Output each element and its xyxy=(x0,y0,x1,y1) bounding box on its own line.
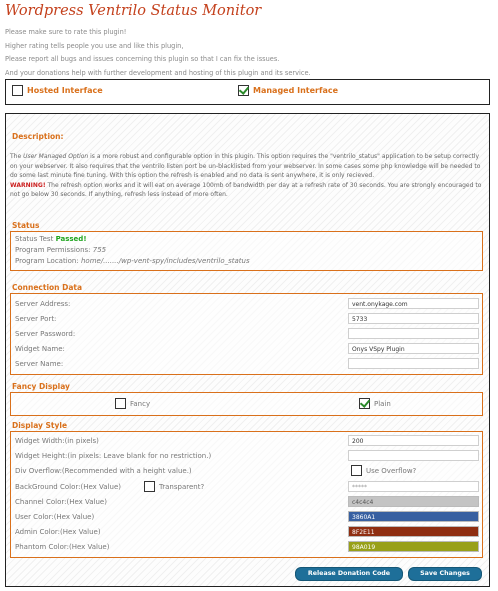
settings-panel: Description: The User Managed Option is … xyxy=(5,113,490,587)
warning-text: The refresh option works and it will eat… xyxy=(10,181,482,199)
warning-label: WARNING! xyxy=(10,181,46,189)
status-panel: Status Test Passed! Program Permissions:… xyxy=(10,231,483,271)
server-port-label: Server Port: xyxy=(15,315,57,323)
user-color-label: User Color:(Hex Value) xyxy=(15,513,95,521)
description-heading: Description: xyxy=(12,132,64,141)
transparent-option[interactable]: Transparent? xyxy=(144,481,204,492)
release-donation-code-button[interactable]: Release Donation Code xyxy=(295,567,403,581)
connection-panel: Server Address: vent.onykage.com Server … xyxy=(10,293,483,375)
fancy-label: Fancy xyxy=(130,399,151,408)
widget-height-label: Widget Height:(in pixels: Leave blank fo… xyxy=(15,452,212,460)
plain-checkbox[interactable] xyxy=(359,398,370,409)
intro-line: Please report all bugs and issues concer… xyxy=(5,55,280,64)
widget-name-input[interactable]: Onys VSpy Plugin xyxy=(348,343,479,354)
background-color-input[interactable]: ***** xyxy=(348,481,479,492)
intro-text: Please make sure to rate this plugin! Hi… xyxy=(5,26,311,80)
location-row: Program Location: home/......./wp-vent-s… xyxy=(15,257,250,265)
permissions-label: Program Permissions: xyxy=(15,246,91,254)
background-color-label: BackGround Color:(Hex Value) xyxy=(15,483,121,491)
server-port-input[interactable]: 5733 xyxy=(348,313,479,324)
div-overflow-label: Div Overflow:(Recommended with a height … xyxy=(15,467,192,475)
status-test-result: Passed! xyxy=(55,235,87,243)
connection-heading: Connection Data xyxy=(12,283,83,292)
hosted-interface-option[interactable]: Hosted Interface xyxy=(12,85,103,96)
intro-line: Please make sure to rate this plugin! xyxy=(5,28,127,36)
server-name-label: Server Name: xyxy=(15,360,64,368)
managed-interface-checkbox[interactable] xyxy=(238,85,249,96)
transparent-checkbox[interactable] xyxy=(144,481,155,492)
channel-color-label: Channel Color:(Hex Value) xyxy=(15,498,107,506)
permissions-row: Program Permissions: 755 xyxy=(15,246,106,254)
widget-width-label: Widget Width:(in pixels) xyxy=(15,437,99,445)
overflow-option-label: Use Overflow? xyxy=(366,466,417,475)
admin-color-input[interactable]: 8F2E11 xyxy=(348,526,479,537)
display-style-heading: Display Style xyxy=(12,421,68,430)
server-address-input[interactable]: vent.onykage.com xyxy=(348,298,479,309)
fancy-option[interactable]: Fancy xyxy=(115,398,150,409)
status-heading: Status xyxy=(12,221,40,230)
phantom-color-input[interactable]: 98A019 xyxy=(348,541,479,552)
widget-width-input[interactable]: 200 xyxy=(348,435,479,446)
channel-color-input[interactable]: c4c4c4 xyxy=(348,496,479,507)
overflow-checkbox[interactable] xyxy=(351,465,362,476)
location-value: home/......./wp-vent-spy/includes/ventri… xyxy=(80,257,250,265)
managed-interface-option[interactable]: Managed Interface xyxy=(238,85,338,96)
user-color-input[interactable]: 3860A1 xyxy=(348,511,479,522)
background-color-text: BackGround Color:(Hex Value) xyxy=(15,483,121,491)
server-name-input[interactable] xyxy=(348,358,479,369)
page-title: Wordpress Ventrilo Status Monitor xyxy=(5,3,262,19)
description-prefix: The xyxy=(10,153,24,160)
interface-selector: Hosted Interface Managed Interface xyxy=(5,79,490,105)
display-style-panel: Widget Width:(in pixels) 200 Widget Heig… xyxy=(10,431,483,558)
phantom-color-label: Phantom Color:(Hex Value) xyxy=(15,543,110,551)
plain-label: Plain xyxy=(374,399,391,408)
status-test-label: Status Test xyxy=(15,235,54,243)
widget-height-input[interactable] xyxy=(348,450,479,461)
location-label: Program Location: xyxy=(15,257,79,265)
transparent-label: Transparent? xyxy=(159,482,205,491)
hosted-interface-label: Hosted Interface xyxy=(27,86,103,95)
intro-line: Higher rating tells people you use and l… xyxy=(5,41,184,50)
fancy-checkbox[interactable] xyxy=(115,398,126,409)
managed-interface-label: Managed Interface xyxy=(253,86,339,95)
server-address-label: Server Address: xyxy=(15,300,71,308)
save-changes-button[interactable]: Save Changes xyxy=(408,567,482,581)
plain-option[interactable]: Plain xyxy=(359,398,391,409)
hosted-interface-checkbox[interactable] xyxy=(12,85,23,96)
description-emphasis: User Managed Option xyxy=(23,153,89,160)
permissions-value: 755 xyxy=(92,246,107,254)
fancy-display-heading: Fancy Display xyxy=(12,382,70,391)
server-password-input[interactable] xyxy=(348,328,479,339)
overflow-option[interactable]: Use Overflow? xyxy=(351,465,416,476)
widget-name-label: Widget Name: xyxy=(15,345,65,353)
fancy-display-panel: Fancy Plain xyxy=(10,392,483,416)
description-text: The User Managed Option is a more robust… xyxy=(10,152,488,218)
server-password-label: Server Password: xyxy=(15,330,76,338)
admin-color-label: Admin Color:(Hex Value) xyxy=(15,528,101,536)
status-test-row: Status Test Passed! xyxy=(15,235,87,243)
